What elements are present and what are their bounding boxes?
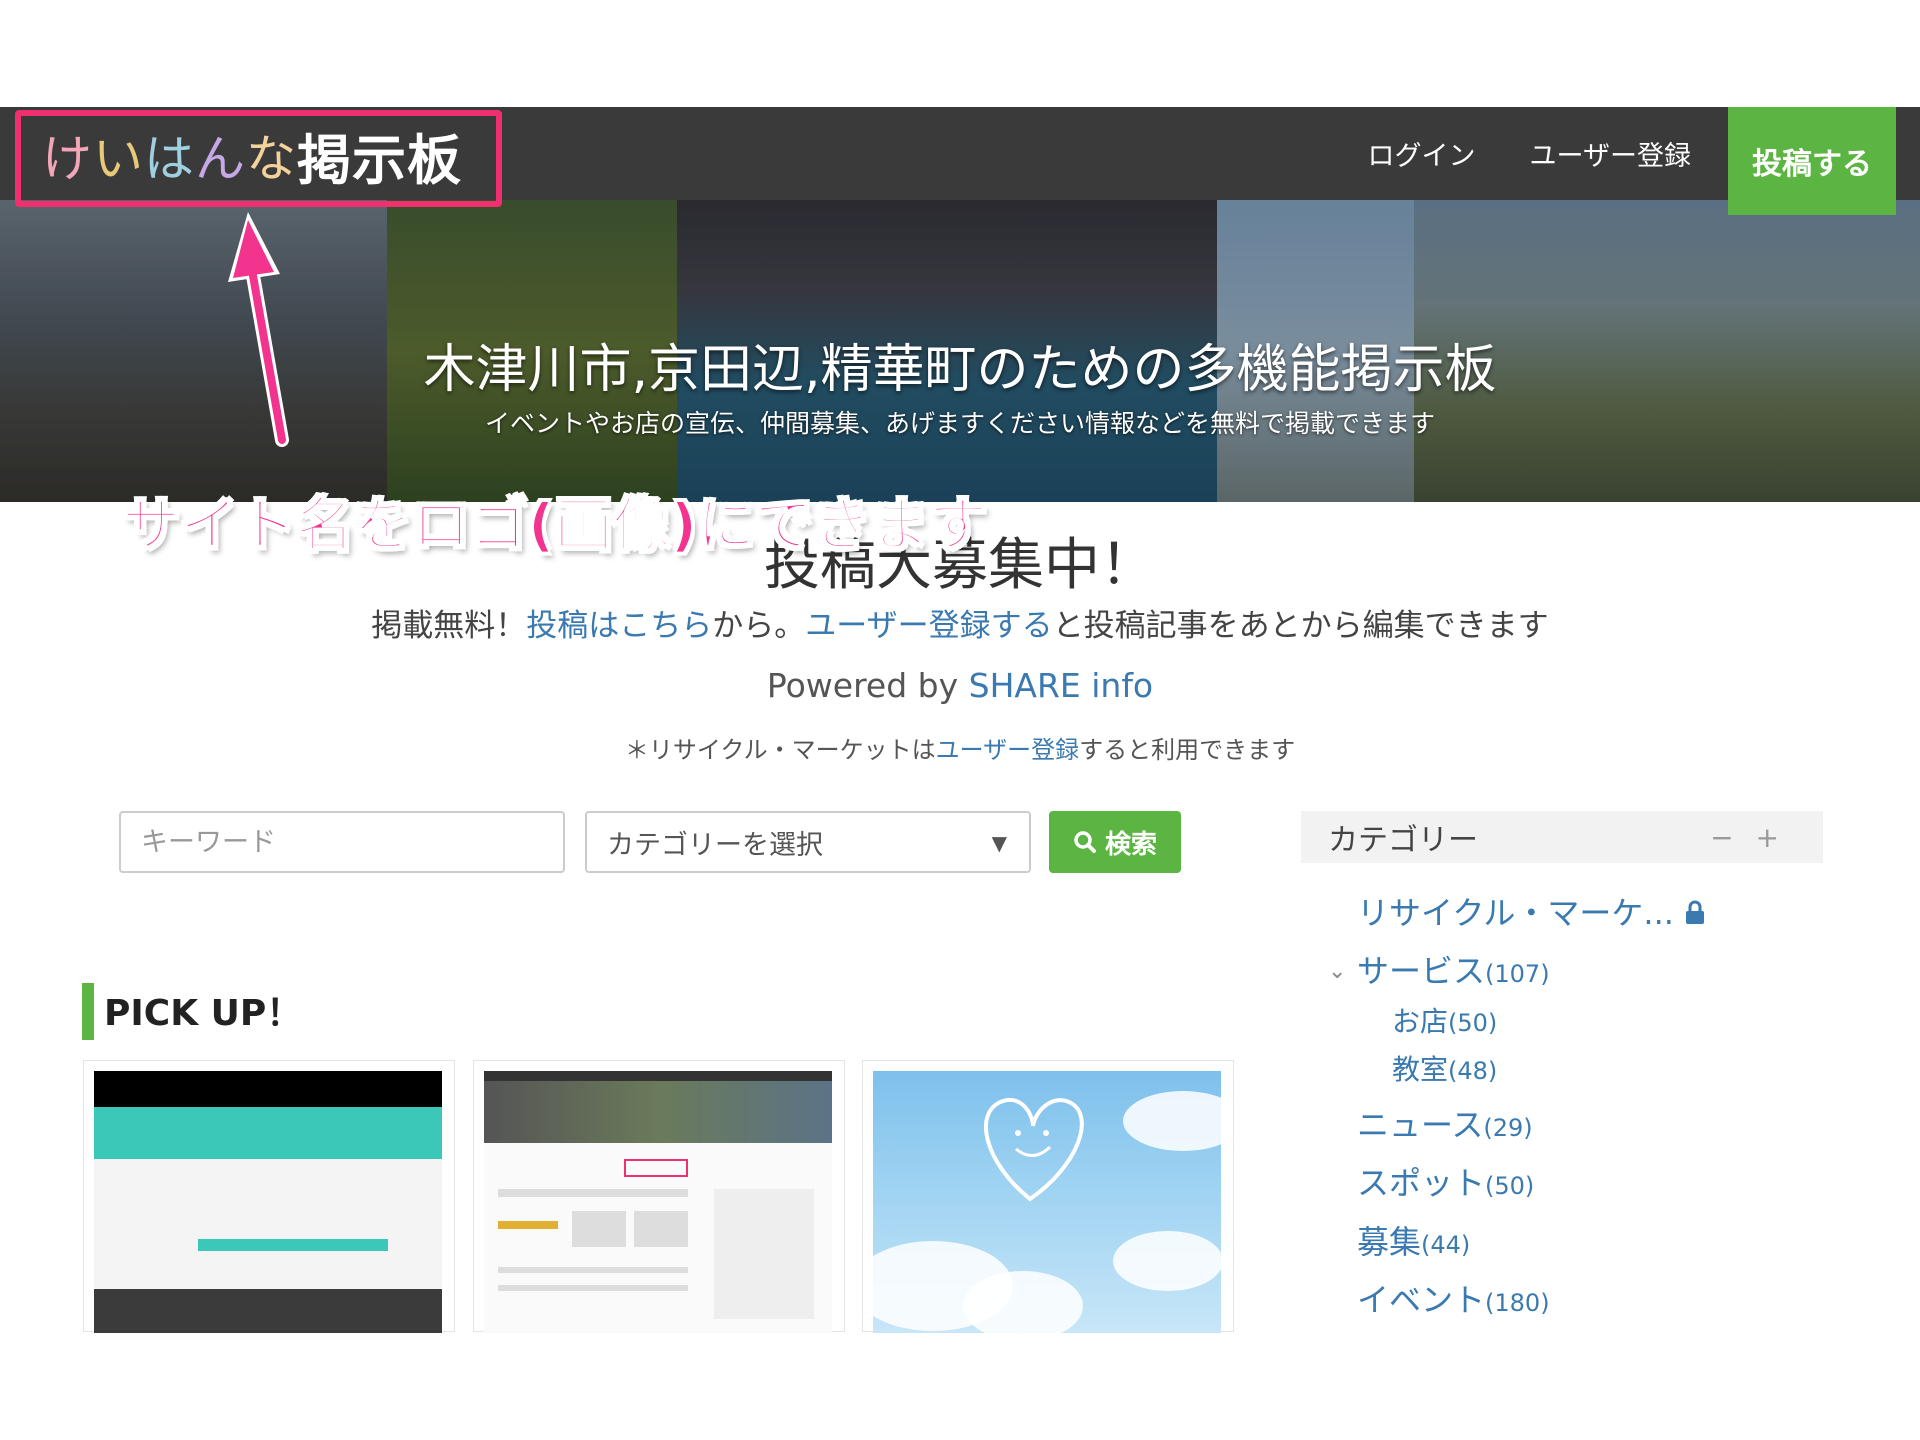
- plus-icon[interactable]: +: [1756, 821, 1801, 854]
- note-register-link[interactable]: ユーザー登録: [936, 736, 1080, 764]
- lock-icon: [1686, 900, 1705, 924]
- search-icon: [1074, 831, 1096, 853]
- category-label: リサイクル・マーケ...: [1357, 894, 1674, 932]
- category-recycle-market[interactable]: リサイクル・マーケ...: [1357, 888, 1706, 934]
- keyword-input[interactable]: [119, 811, 565, 873]
- register-link[interactable]: ユーザー登録: [1503, 107, 1718, 200]
- category-label: お店: [1392, 1005, 1449, 1038]
- category-recruit[interactable]: 募集(44): [1357, 1217, 1470, 1263]
- category-count: (180): [1485, 1289, 1550, 1317]
- annotation-text: サイト名をロゴ(画像)にできます: [121, 490, 988, 560]
- category-spot[interactable]: スポット(50): [1357, 1158, 1534, 1204]
- minus-icon[interactable]: −: [1710, 821, 1755, 854]
- category-label: 募集: [1357, 1223, 1422, 1261]
- register-inline-link[interactable]: ユーザー登録する: [805, 608, 1052, 644]
- logo-char: け: [42, 130, 93, 188]
- category-label: ニュース: [1357, 1106, 1484, 1144]
- category-service[interactable]: サービス(107): [1357, 946, 1550, 992]
- pickup-thumbnail: [484, 1071, 832, 1333]
- category-count: (48): [1448, 1057, 1498, 1085]
- logo-char: ん: [195, 130, 246, 188]
- intro-prefix: 掲載無料！: [371, 608, 527, 644]
- powered-prefix: Powered by: [766, 666, 969, 705]
- logo-char: な: [246, 130, 297, 188]
- category-label: 教室: [1392, 1053, 1449, 1086]
- intro-line: 掲載無料！投稿はこちらから。ユーザー登録すると投稿記事をあとから編集できます: [0, 600, 1920, 645]
- category-count: (44): [1421, 1231, 1471, 1259]
- category-label: サービス: [1357, 952, 1486, 990]
- category-panel-title: カテゴリー: [1328, 823, 1478, 858]
- note-prefix: ＊リサイクル・マーケットは: [624, 736, 936, 764]
- pickup-card[interactable]: [83, 1060, 455, 1333]
- logo-text-kana: けいはんな: [42, 119, 297, 191]
- category-news[interactable]: ニュース(29): [1357, 1100, 1533, 1146]
- category-event[interactable]: イベント(180): [1357, 1275, 1550, 1321]
- collapse-expand-controls[interactable]: −+: [1710, 821, 1801, 854]
- search-button[interactable]: 検索: [1049, 811, 1181, 873]
- caret-down-icon: ▼: [991, 831, 1007, 855]
- intro-mid: から。: [712, 608, 806, 644]
- category-count: (29): [1483, 1114, 1533, 1142]
- intro-suffix: と投稿記事をあとから編集できます: [1052, 608, 1549, 644]
- pickup-thumbnail: [94, 1071, 442, 1333]
- note-suffix: すると利用できます: [1079, 736, 1296, 764]
- category-panel-header: カテゴリー −+: [1301, 811, 1823, 863]
- category-count: (107): [1485, 960, 1550, 988]
- category-label: イベント: [1357, 1281, 1486, 1319]
- logo-char: い: [93, 130, 144, 188]
- search-button-label: 検索: [1104, 829, 1157, 860]
- site-logo[interactable]: けいはんな 掲示板: [42, 119, 462, 192]
- logo-text-bold: 掲示板: [297, 128, 462, 192]
- category-label: スポット: [1357, 1164, 1486, 1202]
- recycle-note: ＊リサイクル・マーケットはユーザー登録すると利用できます: [0, 730, 1920, 765]
- post-button[interactable]: 投稿する: [1728, 107, 1896, 215]
- category-shop[interactable]: お店(50): [1392, 1000, 1497, 1040]
- chevron-down-icon[interactable]: ⌄: [1328, 959, 1346, 984]
- pickup-thumbnail: [873, 1071, 1221, 1333]
- share-info-link[interactable]: SHARE info: [969, 666, 1154, 705]
- annotation-arrow-icon: [228, 212, 289, 447]
- powered-by: Powered by SHARE info: [0, 666, 1920, 705]
- category-count: (50): [1448, 1009, 1498, 1037]
- category-count: (50): [1485, 1172, 1535, 1200]
- heart-icon: [984, 1097, 1084, 1202]
- top-nav: ログイン ユーザー登録 投稿する: [1341, 107, 1896, 215]
- pickup-title: PICK UP！: [104, 993, 303, 1034]
- category-classroom[interactable]: 教室(48): [1392, 1048, 1497, 1088]
- category-select[interactable]: カテゴリーを選択 ▼: [585, 811, 1031, 873]
- post-here-link[interactable]: 投稿はこちら: [526, 608, 712, 644]
- category-select-value: カテゴリーを選択: [607, 829, 823, 861]
- pickup-card[interactable]: [473, 1060, 845, 1333]
- pickup-card[interactable]: [862, 1060, 1234, 1333]
- logo-char: は: [144, 130, 195, 188]
- login-link[interactable]: ログイン: [1341, 107, 1503, 200]
- pickup-accent-bar: [82, 983, 94, 1040]
